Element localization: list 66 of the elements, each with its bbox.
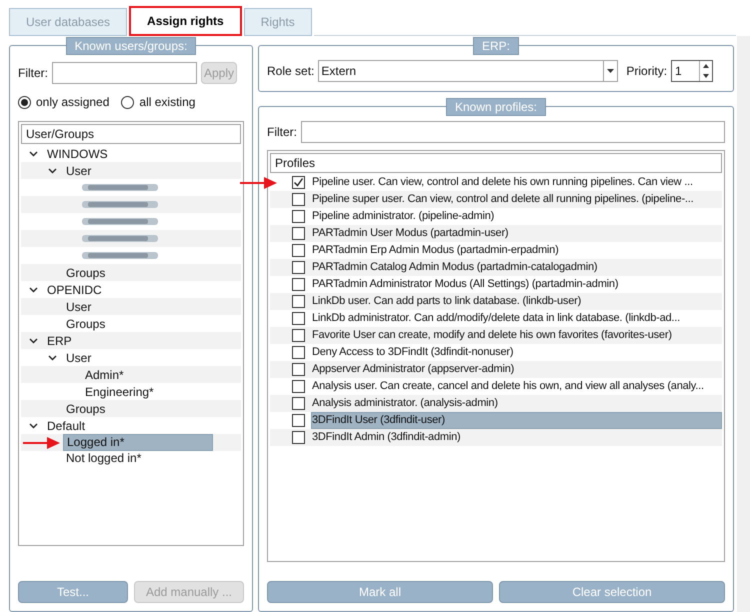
checkbox[interactable] bbox=[292, 397, 305, 410]
checkbox[interactable] bbox=[292, 363, 305, 376]
filter-label: Filter: bbox=[18, 65, 48, 82]
blurred-name-icon bbox=[82, 216, 160, 227]
tree-item[interactable]: Default bbox=[44, 416, 88, 434]
tree-item[interactable]: ERP bbox=[44, 332, 75, 350]
profile-item[interactable]: PARTadmin Erp Admin Modus (partadmin-erpadmin) bbox=[311, 242, 722, 259]
group-title: Known users/groups: bbox=[66, 37, 196, 55]
profile-item[interactable]: Pipeline user. Can view, control and delete his own running pipelines. Can view ... bbox=[311, 174, 722, 191]
profile-item[interactable]: LinkDb administrator. Can add/modify/delete data in link database. (linkdb-ad... bbox=[311, 310, 722, 327]
profile-item[interactable]: Pipeline administrator. (pipeline-admin) bbox=[311, 208, 722, 225]
blurred-name-icon bbox=[82, 182, 160, 193]
chevron-down-icon[interactable] bbox=[29, 286, 38, 292]
checkbox[interactable] bbox=[292, 329, 305, 342]
column-header: Profiles bbox=[270, 153, 722, 173]
chevron-down-icon[interactable] bbox=[29, 150, 38, 156]
tab[interactable]: Assign rights bbox=[129, 6, 242, 36]
chevron-down-icon[interactable] bbox=[29, 422, 38, 428]
radio-label: only assigned bbox=[36, 94, 110, 111]
dropdown-caret-icon bbox=[607, 68, 614, 72]
tree-item[interactable]: User bbox=[63, 298, 94, 316]
filter-label: Filter: bbox=[267, 124, 297, 141]
role-set-label: Role set: bbox=[267, 62, 314, 80]
filter-field[interactable] bbox=[301, 121, 725, 143]
checkbox[interactable] bbox=[292, 227, 305, 240]
blurred-name-icon bbox=[82, 199, 160, 210]
profile-item[interactable]: Deny Access to 3DFindIt (3dfindit-nonuser) bbox=[311, 344, 722, 361]
tree-item[interactable]: OPENIDC bbox=[44, 280, 105, 298]
profile-item[interactable]: Analysis user. Can create, cancel and delete his own, and view all analyses (analy... bbox=[311, 378, 722, 395]
chevron-down-icon[interactable] bbox=[48, 168, 57, 174]
profile-item[interactable]: PARTadmin Administrator Modus (All Settings) (partadmin-admin) bbox=[311, 276, 722, 293]
group-title: Known profiles: bbox=[446, 98, 546, 116]
checkbox[interactable] bbox=[292, 431, 305, 444]
priority-spinner[interactable]: 1 bbox=[671, 60, 714, 82]
blurred-name-icon bbox=[82, 233, 160, 244]
tree-item[interactable]: Groups bbox=[63, 314, 108, 332]
filter-field[interactable] bbox=[52, 62, 197, 84]
checkbox[interactable] bbox=[292, 244, 305, 257]
radio-label: all existing bbox=[139, 94, 196, 111]
chevron-down-icon[interactable] bbox=[48, 354, 57, 360]
column-header: User/Groups bbox=[21, 124, 241, 144]
checkbox[interactable] bbox=[292, 176, 305, 189]
tree-item[interactable]: User bbox=[63, 348, 94, 366]
checkbox[interactable] bbox=[292, 210, 305, 223]
tree-item[interactable]: Logged in* bbox=[63, 434, 213, 451]
checkbox[interactable] bbox=[292, 193, 305, 206]
radio-button[interactable] bbox=[121, 96, 134, 108]
checkbox[interactable] bbox=[292, 414, 305, 427]
chevron-down-icon[interactable] bbox=[29, 338, 38, 344]
checkbox[interactable] bbox=[292, 346, 305, 359]
blurred-name-icon bbox=[82, 250, 160, 261]
tree-item[interactable]: Engineering* bbox=[82, 382, 157, 400]
checkbox[interactable] bbox=[292, 380, 305, 393]
scrollbar-track[interactable] bbox=[737, 36, 750, 612]
role-set-dropdown[interactable]: Extern bbox=[318, 60, 618, 82]
priority-label: Priority: bbox=[626, 62, 668, 80]
radio-button[interactable] bbox=[18, 96, 31, 108]
checkbox[interactable] bbox=[292, 261, 305, 274]
tree-item[interactable]: Not logged in* bbox=[63, 451, 213, 468]
tree-item[interactable]: User bbox=[63, 162, 94, 180]
checkbox[interactable] bbox=[292, 312, 305, 325]
group-title: ERP: bbox=[472, 37, 519, 55]
checkbox[interactable] bbox=[292, 295, 305, 308]
tree-item[interactable]: WINDOWS bbox=[44, 144, 111, 162]
checkbox[interactable] bbox=[292, 278, 305, 291]
profile-item[interactable]: 3DFindIt User (3dfindit-user) bbox=[311, 412, 722, 429]
